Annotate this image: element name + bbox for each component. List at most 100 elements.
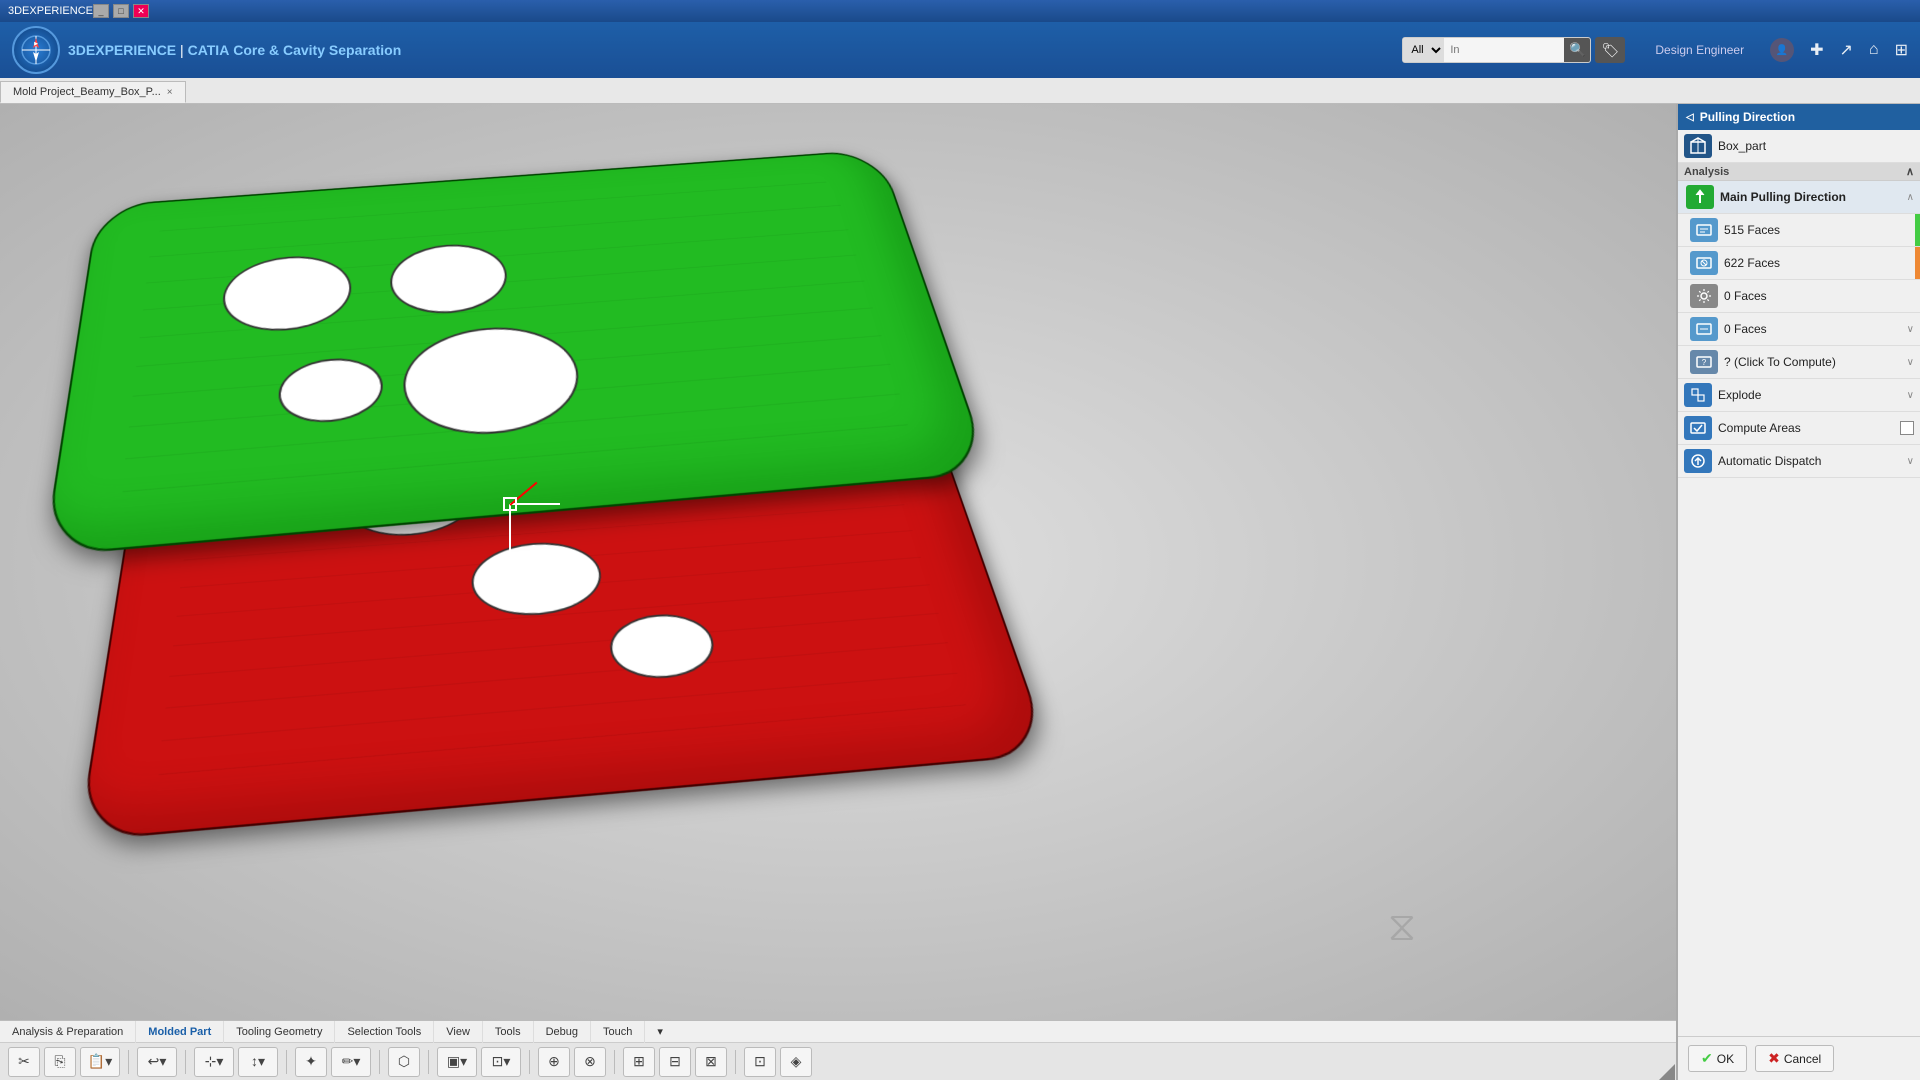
home-icon[interactable]: ⌂ — [1869, 41, 1879, 59]
box-part-row[interactable]: Box_part — [1678, 130, 1920, 163]
cancel-button[interactable]: ✖ Cancel — [1755, 1045, 1834, 1072]
camera-tool[interactable]: ⊟ — [659, 1047, 691, 1077]
right-panel: ◁ Pulling Direction Box_part Analysis ∧ … — [1676, 104, 1920, 1080]
view-tool[interactable]: ⊞ — [623, 1047, 655, 1077]
analysis-tool[interactable]: ⊗ — [574, 1047, 606, 1077]
faces-0-gear-row[interactable]: 0 Faces — [1678, 280, 1920, 313]
green-hole-4 — [402, 321, 585, 441]
minimize-button[interactable]: _ — [93, 4, 109, 18]
close-button[interactable]: ✕ — [133, 4, 149, 18]
render-tool[interactable]: ⊠ — [695, 1047, 727, 1077]
analysis-expand-icon[interactable]: ∧ — [1906, 165, 1914, 178]
main-pulling-expand-icon[interactable]: ∧ — [1907, 192, 1914, 203]
panel-header: ◁ Pulling Direction — [1678, 104, 1920, 130]
add-icon[interactable]: ✚ — [1810, 40, 1823, 60]
title-bar-text: 3DEXPERIENCE — [8, 5, 93, 17]
menu-molded-part[interactable]: Molded Part — [136, 1021, 224, 1043]
menu-analysis[interactable]: Analysis & Preparation — [0, 1021, 136, 1043]
faces-0-bottom-icon — [1690, 317, 1718, 341]
canvas-background[interactable]: ⧖ — [0, 104, 1676, 1020]
faces-0-bottom-row[interactable]: 0 Faces ∨ — [1678, 313, 1920, 346]
green-hole-3 — [278, 355, 384, 426]
logo-area: ▶ 3DEXPERIENCE | CATIA Core & Cavity Sep… — [12, 26, 401, 74]
red-hole-3 — [607, 611, 719, 682]
faces-622-indicator — [1915, 247, 1920, 279]
menu-debug[interactable]: Debug — [534, 1021, 591, 1043]
select-tool[interactable]: ⊹▾ — [194, 1047, 234, 1077]
bottom-toolbar: Analysis & Preparation Molded Part Tooli… — [0, 1020, 1676, 1080]
faces-515-icon — [1690, 218, 1718, 242]
copy-tool[interactable]: ⎘ — [44, 1047, 76, 1077]
active-tab[interactable]: Mold Project_Beamy_Box_P... × — [0, 81, 186, 103]
share-icon[interactable]: ↗ — [1840, 40, 1853, 60]
faces-0-expand-icon[interactable]: ∨ — [1907, 324, 1914, 335]
separator-3 — [286, 1050, 287, 1074]
box-part-label: Box_part — [1718, 139, 1914, 153]
automatic-dispatch-expand-icon[interactable]: ∨ — [1907, 456, 1914, 467]
analysis-section-header[interactable]: Analysis ∧ — [1678, 163, 1920, 181]
search-input[interactable] — [1444, 38, 1564, 62]
move-tool[interactable]: ↕▾ — [238, 1047, 278, 1077]
menu-selection-tools[interactable]: Selection Tools — [335, 1021, 434, 1043]
compute-areas-row[interactable]: Compute Areas — [1678, 412, 1920, 445]
snap-tool[interactable]: ✦ — [295, 1047, 327, 1077]
view-cube-icon[interactable]: ⧖ — [1388, 905, 1416, 950]
apps-icon[interactable]: ⊞ — [1895, 40, 1908, 60]
undo-tool[interactable]: ↩▾ — [137, 1047, 177, 1077]
tag-button[interactable]: 🏷 — [1595, 37, 1625, 63]
faces-622-icon — [1690, 251, 1718, 275]
sketch-tool[interactable]: ✏▾ — [331, 1047, 371, 1077]
main-canvas: ⧖ — [0, 104, 1676, 1020]
search-input-wrapper: All 🔍 — [1402, 37, 1591, 63]
search-scope-select[interactable]: All — [1403, 38, 1444, 62]
compute-areas-label: Compute Areas — [1718, 421, 1900, 435]
faces-515-row[interactable]: 515 Faces — [1678, 214, 1920, 247]
faces-515-label: 515 Faces — [1724, 223, 1914, 237]
panel-collapse-icon[interactable]: ◁ — [1686, 112, 1694, 123]
search-bar: All 🔍 🏷 — [1402, 37, 1625, 63]
compute-areas-checkbox[interactable] — [1900, 421, 1914, 435]
main-pulling-direction-row[interactable]: Main Pulling Direction ∧ — [1678, 181, 1920, 214]
explode-label: Explode — [1718, 388, 1905, 402]
measure-tool[interactable]: ⊕ — [538, 1047, 570, 1077]
menu-more[interactable]: ▾ — [645, 1021, 675, 1043]
explode-icon — [1684, 383, 1712, 407]
automatic-dispatch-row[interactable]: Automatic Dispatch ∨ — [1678, 445, 1920, 478]
explode-row[interactable]: Explode ∨ — [1678, 379, 1920, 412]
top-right-icons: Design Engineer 👤 ✚ ↗ ⌂ ⊞ — [1655, 38, 1908, 62]
tab-close-button[interactable]: × — [167, 87, 173, 98]
red-hole-2 — [470, 538, 605, 620]
separator-2 — [185, 1050, 186, 1074]
gizmo-center — [503, 497, 517, 511]
svg-text:▶: ▶ — [34, 41, 38, 47]
grid-tool[interactable]: ⊡ — [744, 1047, 776, 1077]
menu-tooling-geometry[interactable]: Tooling Geometry — [224, 1021, 335, 1043]
separator-1 — [128, 1050, 129, 1074]
separator-6 — [529, 1050, 530, 1074]
extrude-tool[interactable]: ▣▾ — [437, 1047, 477, 1077]
ok-cancel-row: ✔ OK ✖ Cancel — [1678, 1036, 1920, 1080]
pulling-direction-icon — [1686, 185, 1714, 209]
paste-tool[interactable]: 📋▾ — [80, 1047, 120, 1077]
part-tool[interactable]: ◈ — [780, 1047, 812, 1077]
fillet-tool[interactable]: ⊡▾ — [481, 1047, 521, 1077]
tab-bar: Mold Project_Beamy_Box_P... × — [0, 78, 1920, 104]
click-to-compute-expand-icon[interactable]: ∨ — [1907, 357, 1914, 368]
menu-touch[interactable]: Touch — [591, 1021, 645, 1043]
click-to-compute-icon: ? — [1690, 350, 1718, 374]
ok-button[interactable]: ✔ OK — [1688, 1045, 1747, 1072]
click-to-compute-row[interactable]: ? ? (Click To Compute) ∨ — [1678, 346, 1920, 379]
automatic-dispatch-icon — [1684, 449, 1712, 473]
app-title: 3DEXPERIENCE | CATIA Core & Cavity Separ… — [68, 42, 401, 58]
user-avatar[interactable]: 👤 — [1770, 38, 1794, 62]
compass-button[interactable]: ▶ — [12, 26, 60, 74]
search-button[interactable]: 🔍 — [1564, 37, 1590, 63]
menu-tools[interactable]: Tools — [483, 1021, 534, 1043]
explode-expand-icon[interactable]: ∨ — [1907, 390, 1914, 401]
solid-tool[interactable]: ⬡ — [388, 1047, 420, 1077]
cut-tool[interactable]: ✂ — [8, 1047, 40, 1077]
maximize-button[interactable]: □ — [113, 4, 129, 18]
menu-view[interactable]: View — [434, 1021, 483, 1043]
faces-622-row[interactable]: 622 Faces — [1678, 247, 1920, 280]
tool-bar: ✂ ⎘ 📋▾ ↩▾ ⊹▾ ↕▾ ✦ ✏▾ ⬡ ▣▾ ⊡▾ ⊕ ⊗ ⊞ ⊟ ⊠ ⊡… — [0, 1043, 1676, 1080]
